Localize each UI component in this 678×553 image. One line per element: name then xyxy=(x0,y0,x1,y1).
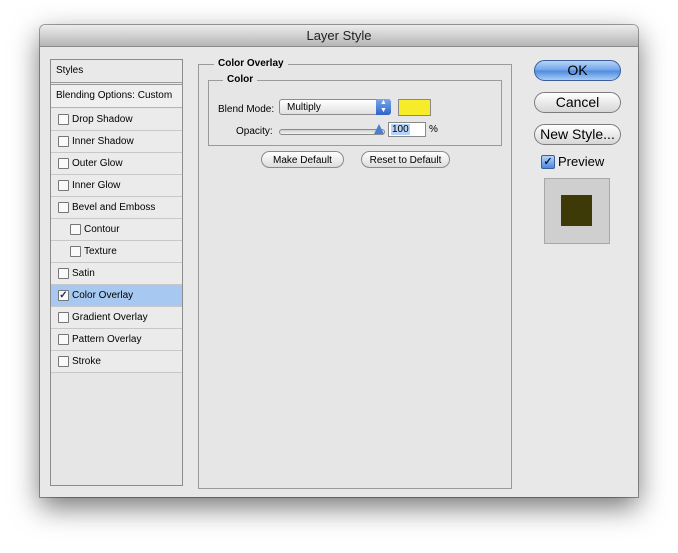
sidebar-item-outer-glow[interactable]: Outer Glow xyxy=(51,153,182,175)
blend-mode-value: Multiply xyxy=(287,102,321,113)
opacity-value: 100 xyxy=(391,124,410,135)
panel-title: Color Overlay xyxy=(214,58,288,69)
sidebar-item-checkbox[interactable] xyxy=(58,268,69,279)
sidebar-item-checkbox[interactable] xyxy=(58,202,69,213)
preview-thumbnail xyxy=(544,178,610,244)
color-group: Color Blend Mode: Multiply ▲ ▼ Opacity: 1… xyxy=(208,74,502,146)
sidebar-item-label: Drop Shadow xyxy=(72,114,133,125)
sidebar-item-label: Bevel and Emboss xyxy=(72,202,156,213)
sidebar-item-checkbox[interactable] xyxy=(58,356,69,367)
sidebar-item-label: Texture xyxy=(84,246,117,257)
sidebar-item-color-overlay[interactable]: ✓ Color Overlay xyxy=(51,285,182,307)
sidebar-item-checkbox[interactable]: ✓ xyxy=(58,290,69,301)
opacity-label: Opacity: xyxy=(236,126,273,137)
sidebar-item-stroke[interactable]: Stroke xyxy=(51,351,182,373)
sidebar-item-inner-shadow[interactable]: Inner Shadow xyxy=(51,131,182,153)
sidebar-item-label: Pattern Overlay xyxy=(72,334,142,345)
preview-checkbox[interactable]: ✓ xyxy=(541,155,555,169)
sidebar-item-contour[interactable]: Contour xyxy=(51,219,182,241)
preview-swatch xyxy=(561,195,592,226)
select-arrows-icon: ▲ ▼ xyxy=(376,99,391,115)
sidebar-item-bevel-and-emboss[interactable]: Bevel and Emboss xyxy=(51,197,182,219)
color-group-title: Color xyxy=(223,74,258,85)
styles-header[interactable]: Styles xyxy=(51,60,182,85)
sidebar-item-texture[interactable]: Texture xyxy=(51,241,182,263)
opacity-unit: % xyxy=(429,124,438,135)
preview-label: Preview xyxy=(558,154,605,169)
reset-to-default-button[interactable]: Reset to Default xyxy=(361,151,450,168)
sidebar-item-label: Inner Glow xyxy=(72,180,121,191)
sidebar-item-satin[interactable]: Satin xyxy=(51,263,182,285)
sidebar-item-label: Satin xyxy=(72,268,95,279)
overlay-color-swatch[interactable] xyxy=(398,99,431,116)
sidebar-item-pattern-overlay[interactable]: Pattern Overlay xyxy=(51,329,182,351)
opacity-slider-thumb[interactable] xyxy=(374,124,384,134)
sidebar-item-label: Outer Glow xyxy=(72,158,123,169)
color-overlay-panel: Color Overlay Color Blend Mode: Multiply… xyxy=(198,58,512,489)
sidebar-item-checkbox[interactable] xyxy=(70,224,81,235)
cancel-button[interactable]: Cancel xyxy=(534,92,621,113)
sidebar-item-checkbox[interactable] xyxy=(58,312,69,323)
sidebar-item-label: Color Overlay xyxy=(72,290,134,301)
new-style-button[interactable]: New Style... xyxy=(534,124,621,145)
layer-style-dialog: Layer Style Styles Blending Options: Cus… xyxy=(40,25,638,497)
sidebar-item-label: Gradient Overlay xyxy=(72,312,148,323)
sidebar-item-inner-glow[interactable]: Inner Glow xyxy=(51,175,182,197)
opacity-input[interactable]: 100 xyxy=(388,122,426,137)
styles-list: Styles Blending Options: Custom Drop Sha… xyxy=(50,59,183,486)
dialog-title: Layer Style xyxy=(40,25,638,47)
blend-mode-label: Blend Mode: xyxy=(218,104,275,115)
sidebar-item-label: Contour xyxy=(84,224,120,235)
ok-button[interactable]: OK xyxy=(534,60,621,81)
sidebar-item-drop-shadow[interactable]: Drop Shadow xyxy=(51,109,182,131)
sidebar-item-checkbox[interactable] xyxy=(58,158,69,169)
sidebar-item-label: Stroke xyxy=(72,356,101,367)
sidebar-item-checkbox[interactable] xyxy=(58,114,69,125)
make-default-button[interactable]: Make Default xyxy=(261,151,344,168)
blending-options-item[interactable]: Blending Options: Custom xyxy=(51,85,182,108)
sidebar-item-checkbox[interactable] xyxy=(70,246,81,257)
sidebar-item-label: Inner Shadow xyxy=(72,136,134,147)
sidebar-item-checkbox[interactable] xyxy=(58,136,69,147)
sidebar-item-gradient-overlay[interactable]: Gradient Overlay xyxy=(51,307,182,329)
sidebar-item-checkbox[interactable] xyxy=(58,180,69,191)
opacity-slider[interactable] xyxy=(279,129,385,135)
blend-mode-select[interactable]: Multiply ▲ ▼ xyxy=(279,99,391,115)
sidebar-item-checkbox[interactable] xyxy=(58,334,69,345)
